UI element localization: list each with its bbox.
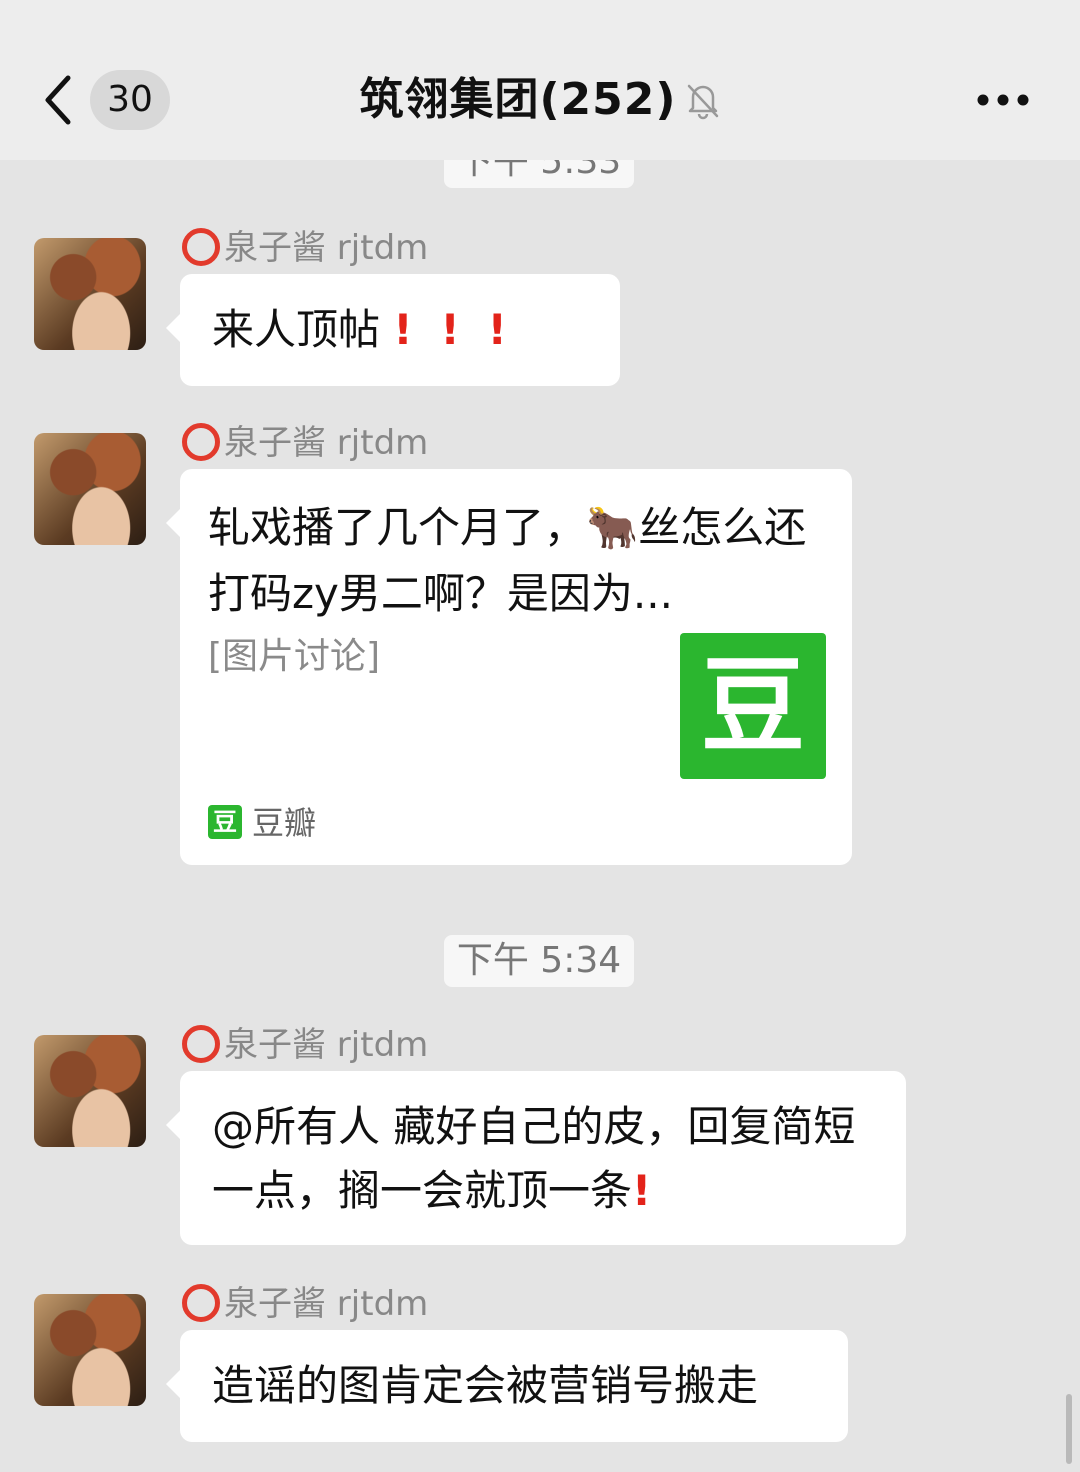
circle-icon bbox=[182, 422, 220, 461]
card-source: 豆豆瓣 bbox=[208, 801, 316, 845]
sender-name: 泉子酱 rjtdm bbox=[182, 1023, 428, 1067]
chat-screen: 下午 5:33 30 筑翎集团(252) 泉子酱 rjtdm 来人顶帖 !!! … bbox=[0, 0, 1080, 1472]
circle-icon bbox=[182, 1024, 220, 1063]
bell-off-icon bbox=[685, 78, 721, 120]
chat-title: 筑翎集团(252) bbox=[0, 72, 1080, 128]
circle-icon bbox=[182, 1283, 220, 1322]
circle-icon bbox=[182, 227, 220, 266]
avatar[interactable] bbox=[34, 433, 146, 545]
message-text: 造谣的图肯定会被营销号搬走 bbox=[212, 1361, 759, 1410]
avatar[interactable] bbox=[34, 238, 146, 350]
ellipsis-icon bbox=[977, 94, 1029, 106]
message-bubble[interactable]: @所有人 藏好自己的皮，回复简短一点，搁一会就顶一条! bbox=[166, 1071, 906, 1245]
card-title: 轧戏播了几个月了，🐂丝怎么还打码zy男二啊？是因为... bbox=[208, 503, 807, 618]
message-text: 来人顶帖 bbox=[212, 305, 381, 354]
exclamation-icon: !!! bbox=[393, 305, 535, 354]
chat-header: 30 筑翎集团(252) bbox=[0, 0, 1080, 160]
douban-logo-icon: 豆 bbox=[208, 805, 242, 839]
source-name: 豆瓣 bbox=[252, 804, 317, 842]
douban-thumbnail: 豆 bbox=[680, 633, 826, 779]
avatar[interactable] bbox=[34, 1035, 146, 1147]
sender-name: 泉子酱 rjtdm bbox=[182, 1282, 428, 1326]
card-subtitle: [图片讨论] bbox=[208, 636, 381, 677]
sender-name: 泉子酱 rjtdm bbox=[182, 421, 428, 465]
message-text: @所有人 藏好自己的皮，回复简短一点，搁一会就顶一条 bbox=[212, 1102, 856, 1215]
scrollbar[interactable] bbox=[1066, 1394, 1072, 1464]
exclamation-icon: ! bbox=[632, 1166, 652, 1215]
group-name: 筑翎集团(252) bbox=[359, 74, 677, 125]
time-label: 下午 5:34 bbox=[444, 935, 634, 987]
message-bubble[interactable]: 来人顶帖 !!! bbox=[166, 274, 620, 386]
more-button[interactable] bbox=[975, 92, 1035, 108]
avatar[interactable] bbox=[34, 1294, 146, 1406]
link-card[interactable]: 轧戏播了几个月了，🐂丝怎么还打码zy男二啊？是因为... [图片讨论] 豆 豆豆… bbox=[166, 469, 852, 865]
sender-name: 泉子酱 rjtdm bbox=[182, 226, 428, 270]
message-bubble[interactable]: 造谣的图肯定会被营销号搬走 bbox=[166, 1330, 848, 1442]
